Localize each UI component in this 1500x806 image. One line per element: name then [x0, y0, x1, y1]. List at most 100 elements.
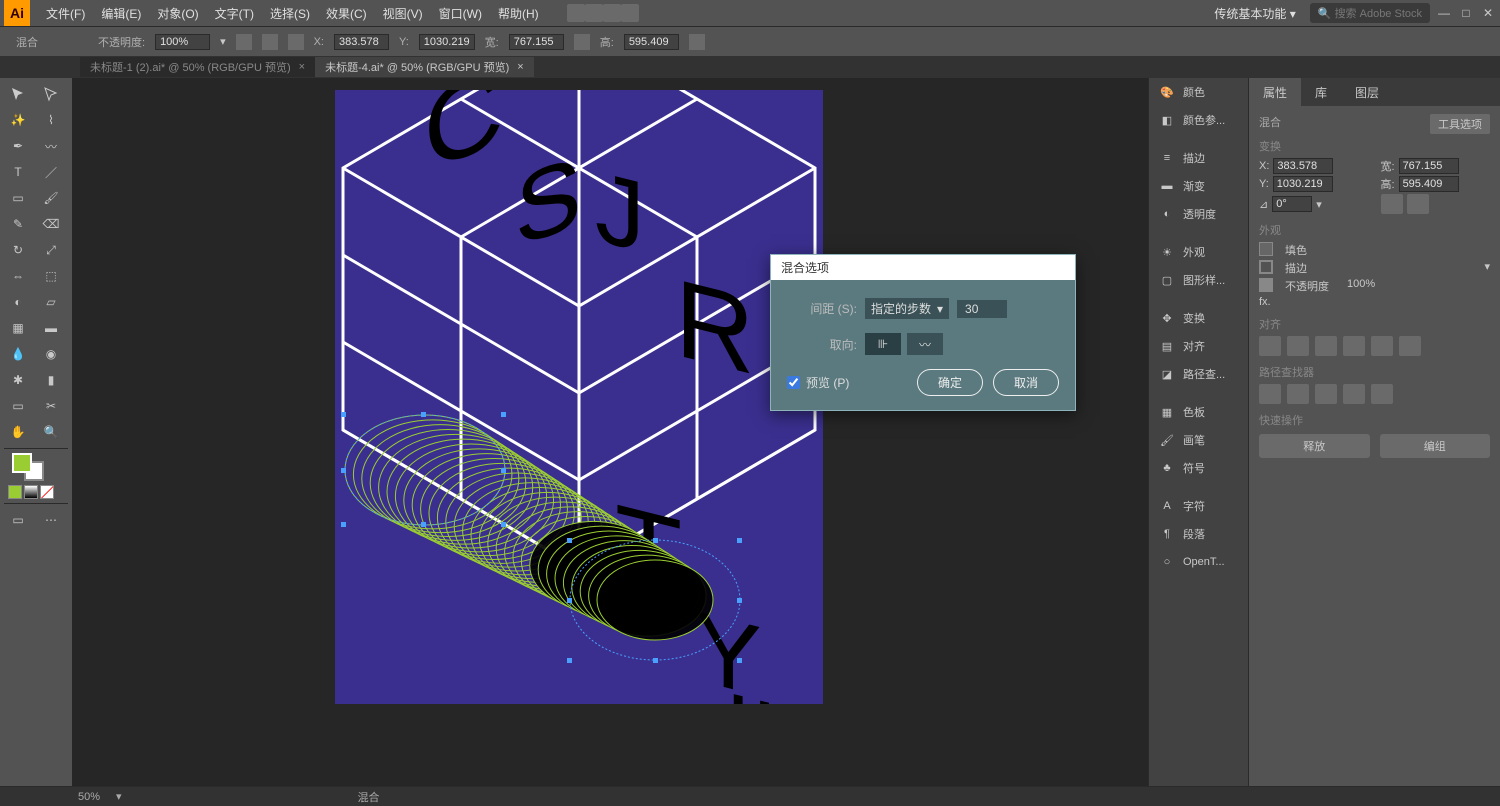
panel-brushes[interactable]: 🖌画笔	[1149, 426, 1248, 454]
h-value[interactable]: 595.409	[624, 34, 679, 50]
w-value[interactable]: 767.155	[509, 34, 564, 50]
opacity-value[interactable]: 100%	[155, 34, 210, 50]
width-tool[interactable]: ⇔	[4, 264, 32, 288]
fill-swatch-icon[interactable]	[1259, 242, 1273, 256]
orient-page-icon[interactable]: ⊪	[865, 333, 901, 355]
tab-close-icon[interactable]: ×	[299, 61, 305, 73]
prop-x[interactable]	[1273, 158, 1333, 174]
free-transform-tool[interactable]: ⬚	[37, 264, 65, 288]
cancel-button[interactable]: 取消	[993, 369, 1059, 396]
align-left-icon[interactable]	[1259, 336, 1281, 356]
align-hcenter-icon[interactable]	[1287, 336, 1309, 356]
magic-wand-tool[interactable]: ✨	[4, 108, 32, 132]
align-right-icon[interactable]	[1315, 336, 1337, 356]
pf-divide-icon[interactable]	[1371, 384, 1393, 404]
tab-close-icon[interactable]: ×	[517, 61, 523, 73]
panel-stroke[interactable]: ≡描边	[1149, 144, 1248, 172]
panel-swatches[interactable]: ▦色板	[1149, 398, 1248, 426]
prop-y[interactable]	[1273, 176, 1333, 192]
panel-pathfinder[interactable]: ◪路径查...	[1149, 360, 1248, 388]
orient-path-icon[interactable]: 〰	[907, 333, 943, 355]
pf-exclude-icon[interactable]	[1343, 384, 1365, 404]
fx-button[interactable]: fx.	[1259, 296, 1271, 308]
menu-help[interactable]: 帮助(H)	[490, 5, 547, 22]
arrange-docs-icon[interactable]	[603, 4, 621, 22]
eraser-tool[interactable]: ⌫	[37, 212, 65, 236]
link-wh-icon[interactable]	[574, 34, 590, 50]
zoom-level[interactable]: 50%	[78, 791, 100, 803]
tab-libraries[interactable]: 库	[1301, 78, 1341, 106]
opacity-value[interactable]: 100%	[1347, 278, 1375, 294]
canvas[interactable]: C S J R T Y II	[72, 78, 1148, 786]
style-icon[interactable]	[236, 34, 252, 50]
pf-intersect-icon[interactable]	[1315, 384, 1337, 404]
rectangle-tool[interactable]: ▭	[4, 186, 32, 210]
recolor-icon[interactable]	[262, 34, 278, 50]
preview-checkbox-input[interactable]	[787, 376, 800, 389]
doc-tab-active[interactable]: 未标题-4.ai* @ 50% (RGB/GPU 预览) ×	[315, 57, 534, 77]
artboard-tool[interactable]: ▭	[4, 394, 32, 418]
workspace-switcher[interactable]: 传统基本功能 ▾	[1206, 5, 1303, 22]
x-value[interactable]: 383.578	[334, 34, 389, 50]
perspective-tool[interactable]: ▱	[37, 290, 65, 314]
rotate-tool[interactable]: ↻	[4, 238, 32, 262]
type-tool[interactable]: T	[4, 160, 32, 184]
panel-transform[interactable]: ✥变换	[1149, 304, 1248, 332]
zoom-tool[interactable]: 🔍	[37, 420, 65, 444]
eyedropper-tool[interactable]: 💧	[4, 342, 32, 366]
menu-file[interactable]: 文件(F)	[38, 5, 93, 22]
panel-appearance[interactable]: ☀外观	[1149, 238, 1248, 266]
curvature-tool[interactable]: 〰	[37, 134, 65, 158]
shape-options-icon[interactable]	[689, 34, 705, 50]
opacity-swatch-icon[interactable]	[1259, 278, 1273, 292]
none-mode-icon[interactable]	[40, 485, 54, 499]
direct-selection-tool[interactable]	[37, 82, 65, 106]
prop-w[interactable]	[1399, 158, 1459, 174]
release-button[interactable]: 释放	[1259, 434, 1370, 458]
align-options-icon[interactable]	[288, 34, 304, 50]
doc-tab[interactable]: 未标题-1 (2).ai* @ 50% (RGB/GPU 预览) ×	[80, 57, 315, 77]
pf-unite-icon[interactable]	[1259, 384, 1281, 404]
edit-toolbar[interactable]: ⋯	[37, 508, 65, 532]
gradient-tool[interactable]: ▬	[37, 316, 65, 340]
pen-tool[interactable]: ✒	[4, 134, 32, 158]
panel-color-guide[interactable]: ◧颜色参...	[1149, 106, 1248, 134]
y-value[interactable]: 1030.219	[419, 34, 475, 50]
menu-object[interactable]: 对象(O)	[149, 5, 206, 22]
tool-options-button[interactable]: 工具选项	[1430, 114, 1490, 134]
window-min-icon[interactable]: —	[1436, 6, 1452, 20]
panel-paragraph[interactable]: ¶段落	[1149, 520, 1248, 548]
align-top-icon[interactable]	[1343, 336, 1365, 356]
fill-stroke-swatch[interactable]	[4, 453, 68, 483]
stock-icon[interactable]	[585, 4, 603, 22]
spacing-select[interactable]: 指定的步数 ▾	[865, 298, 949, 319]
pf-minus-icon[interactable]	[1287, 384, 1309, 404]
blend-tool[interactable]: ◉	[37, 342, 65, 366]
prop-angle[interactable]	[1272, 196, 1312, 212]
mesh-tool[interactable]: ▦	[4, 316, 32, 340]
scale-tool[interactable]: ⤢	[37, 238, 65, 262]
prop-h[interactable]	[1399, 176, 1459, 192]
window-max-icon[interactable]: □	[1458, 6, 1474, 20]
menu-type[interactable]: 文字(T)	[207, 5, 262, 22]
shaper-tool[interactable]: ✎	[4, 212, 32, 236]
menu-window[interactable]: 窗口(W)	[431, 5, 490, 22]
color-mode-icon[interactable]	[8, 485, 22, 499]
panel-transparency[interactable]: ◐透明度	[1149, 200, 1248, 228]
brush-tool[interactable]: 🖌	[37, 186, 65, 210]
flip-h-icon[interactable]	[1381, 194, 1403, 214]
spacing-steps-input[interactable]: 30	[957, 300, 1007, 318]
selection-tool[interactable]	[4, 82, 32, 106]
menu-edit[interactable]: 编辑(E)	[93, 5, 149, 22]
graph-tool[interactable]: ▮	[37, 368, 65, 392]
symbol-sprayer-tool[interactable]: ✱	[4, 368, 32, 392]
panel-opentype[interactable]: ○OpenT...	[1149, 548, 1248, 576]
ok-button[interactable]: 确定	[917, 369, 983, 396]
tab-properties[interactable]: 属性	[1249, 78, 1301, 106]
panel-color[interactable]: 🎨颜色	[1149, 78, 1248, 106]
hand-tool[interactable]: ✋	[4, 420, 32, 444]
panel-character[interactable]: A字符	[1149, 492, 1248, 520]
menu-select[interactable]: 选择(S)	[262, 5, 318, 22]
slice-tool[interactable]: ✂	[37, 394, 65, 418]
lasso-tool[interactable]: ⌇	[37, 108, 65, 132]
